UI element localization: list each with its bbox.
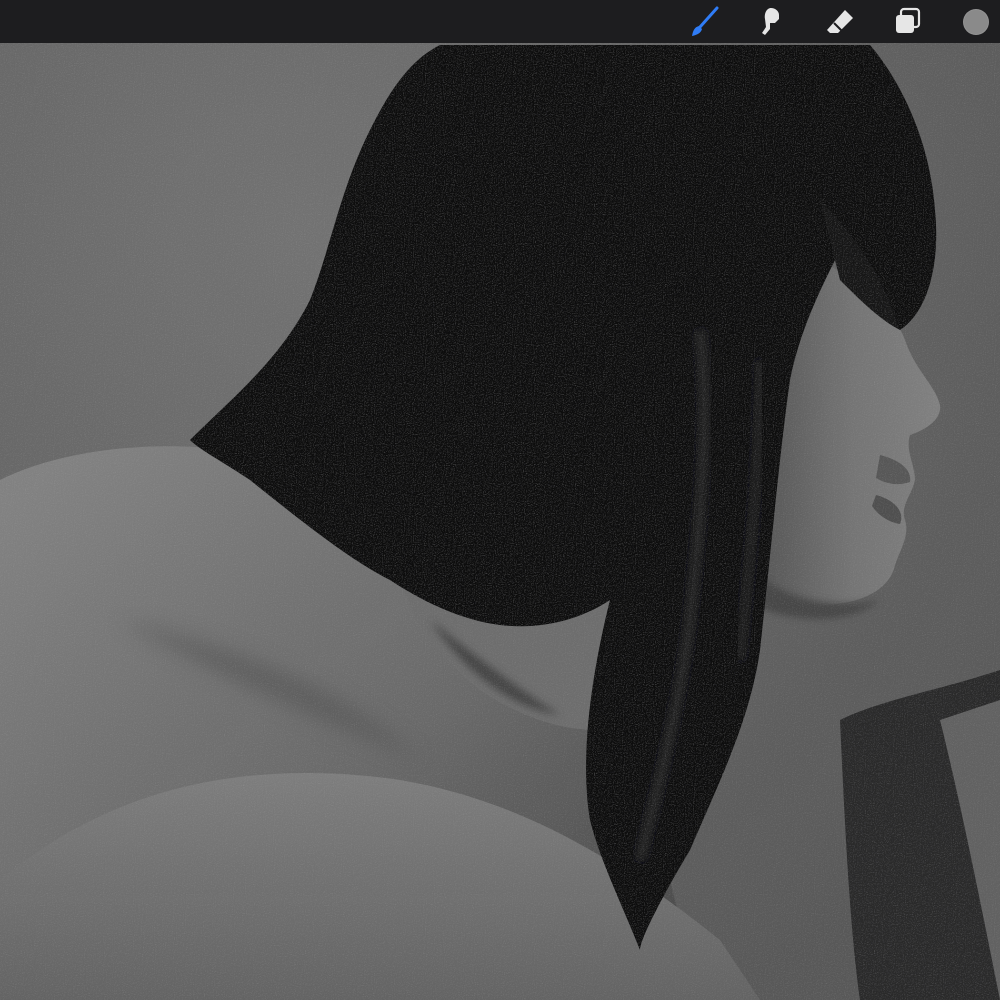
top-toolbar [0,0,1000,43]
portrait-artwork [0,43,1000,1000]
procreate-app [0,0,1000,1000]
current-color-swatch [963,9,989,35]
drawing-canvas[interactable] [0,43,1000,1000]
layers-tool-button[interactable] [890,4,926,40]
smudge-tool-button[interactable] [753,4,789,40]
eraser-icon [827,10,853,33]
color-picker-button[interactable] [958,4,994,40]
brush-icon [692,6,719,36]
brush-tool-button[interactable] [686,4,722,40]
eraser-tool-button[interactable] [822,4,858,40]
smudge-icon [762,8,779,35]
layers-icon [896,7,921,33]
